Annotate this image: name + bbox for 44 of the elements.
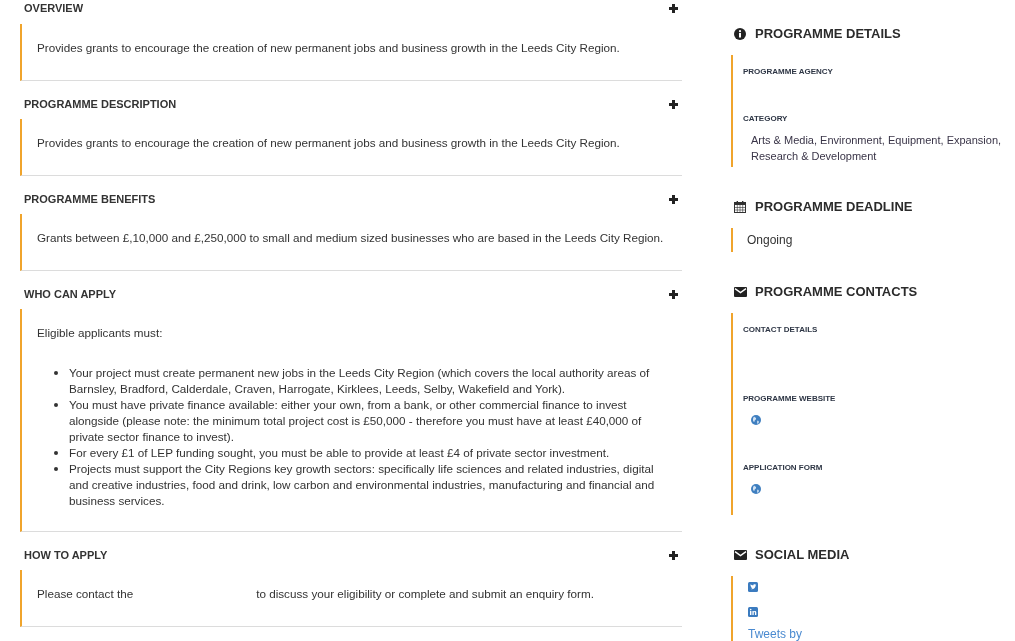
twitter-icon[interactable] (748, 582, 758, 592)
plus-icon[interactable] (669, 289, 678, 299)
globe-icon[interactable] (751, 415, 761, 425)
globe-icon[interactable] (751, 484, 761, 494)
paragraph-text: to discuss your eligibility or complete and submit an enquiry form. (256, 586, 594, 602)
field-label: PROGRAMME WEBSITE (743, 393, 837, 405)
plus-icon[interactable] (669, 99, 678, 109)
field-label: APPLICATION FORM (743, 462, 824, 474)
paragraph-text: Provides grants to encourage the creation of new permanent jobs and business growth in the Leeds City Region. (37, 40, 621, 56)
linkedin-icon[interactable] (748, 607, 758, 617)
plus-icon[interactable] (669, 194, 678, 204)
field-label: PROGRAMME AGENCY (743, 66, 834, 78)
info-icon (734, 28, 746, 40)
bullet-text: Your project must create permanent new jobs in the Leeds City Region (which covers the local authority areas of Barnsley, Bradford, Calderdale, Craven, Harrogate, Kirklees, Leeds, Selby, Wakefield and York). (69, 365, 651, 397)
envelope-icon (734, 550, 747, 560)
section-title: WHO CAN APPLY (24, 287, 117, 302)
sidebar-heading: PROGRAMME CONTACTS (755, 283, 918, 301)
bullet-icon (54, 403, 58, 407)
field-label: CATEGORY (743, 113, 789, 125)
field-value: Arts & Media, Environment, Equipment, Expansion, Research & Development (751, 133, 1003, 164)
sidebar-heading: SOCIAL MEDIA (755, 546, 850, 564)
calendar-icon (734, 201, 746, 213)
section-title: HOW TO APPLY (24, 548, 108, 563)
field-label: CONTACT DETAILS (743, 324, 819, 336)
sidebar-heading: PROGRAMME DEADLINE (755, 198, 913, 216)
plus-icon[interactable] (669, 3, 678, 13)
section-title: PROGRAMME DESCRIPTION (24, 97, 177, 112)
bullet-icon (54, 451, 58, 455)
bullet-text: You must have private finance available: either your own, from a bank, or other commercial finance to invest alongside (please note: the minimum total project cost is £50,000 - therefore you must have at least £40,000 of private sector finance to invest). (69, 397, 643, 445)
tweets-link[interactable]: Tweets by (748, 627, 803, 641)
bullet-text: Projects must support the City Regions key growth sectors: specifically life sciences and related industries, digital and creative industries, food and drink, low carbon and environmental industries, manufacturing and financial and business services. (69, 461, 656, 509)
paragraph-text: Provides grants to encourage the creation of new permanent jobs and business growth in the Leeds City Region. (37, 135, 621, 151)
bullet-icon (54, 371, 58, 375)
paragraph-text: Eligible applicants must: (37, 325, 164, 341)
bullet-icon (54, 467, 58, 471)
bullet-text: For every £1 of LEP funding sought, you must be able to provide at least £4 of private sector investment. (69, 445, 610, 461)
plus-icon[interactable] (669, 550, 678, 560)
paragraph-text: Grants between £,10,000 and £,250,000 to small and medium sized businesses who are based in the Leeds City Region. (37, 230, 665, 246)
envelope-icon (734, 287, 747, 297)
section-title: OVERVIEW (24, 1, 84, 16)
paragraph-text: Please contact the (37, 586, 134, 602)
sidebar-heading: PROGRAMME DETAILS (755, 25, 901, 43)
section-title: PROGRAMME BENEFITS (24, 192, 156, 207)
deadline-text: Ongoing (747, 232, 794, 248)
